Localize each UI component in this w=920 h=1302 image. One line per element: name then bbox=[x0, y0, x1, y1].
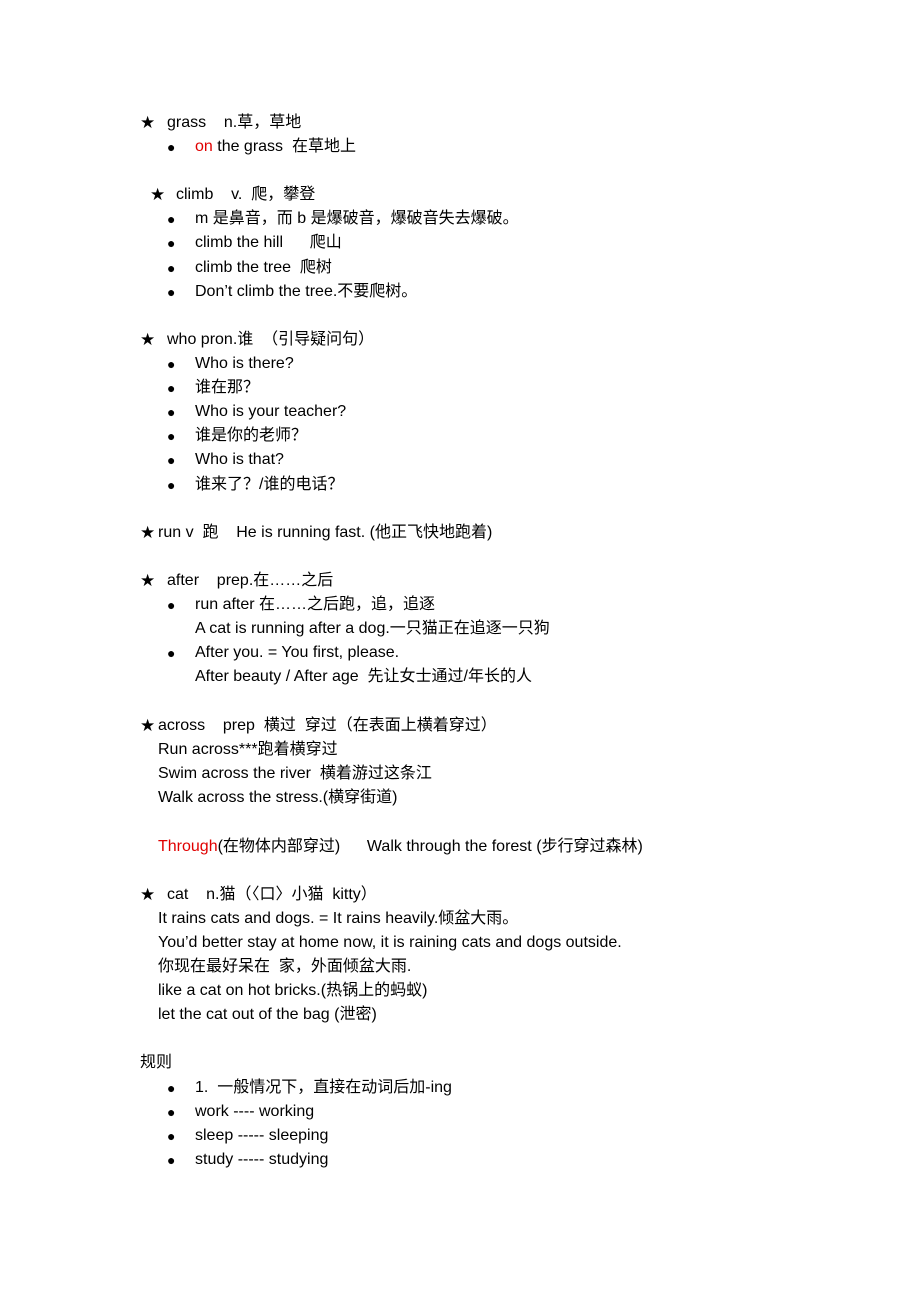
line-text: across prep 横过 穿过（在表面上横着穿过） bbox=[158, 717, 497, 734]
bullet-icon: ● bbox=[167, 477, 176, 493]
entry-line: like a cat on hot bricks.(热锅上的蚂蚁) bbox=[158, 981, 427, 1001]
line-text: run after 在……之后跑，追，追逐 bbox=[195, 596, 436, 613]
bullet-icon: ● bbox=[167, 1080, 176, 1096]
bullet-icon: ● bbox=[167, 260, 176, 276]
entry-heading: across prep 横过 穿过（在表面上横着穿过） bbox=[158, 716, 497, 736]
entry-line: Run across***跑着横穿过 bbox=[158, 740, 338, 760]
line-text: A cat is running after a dog.一只猫正在追逐一只狗 bbox=[195, 620, 550, 637]
line-text: 谁来了？/谁的电话？ bbox=[195, 476, 344, 493]
entry-line: climb the tree 爬树 bbox=[195, 258, 332, 278]
line-text: Don’t climb the tree.不要爬树。 bbox=[195, 283, 418, 300]
entry-heading: after prep.在……之后 bbox=[167, 571, 333, 591]
line-text: after prep.在……之后 bbox=[167, 572, 334, 589]
line-text: Who is that? bbox=[195, 451, 284, 468]
bullet-icon: ● bbox=[167, 452, 176, 468]
line-text: Walk across the stress.(横穿街道) bbox=[158, 789, 398, 806]
star-icon: ★ bbox=[140, 113, 156, 132]
star-icon: ★ bbox=[140, 330, 156, 349]
entry-line: on the grass 在草地上 bbox=[195, 137, 356, 157]
entry-line: Who is your teacher? bbox=[195, 402, 346, 422]
line-text: m 是鼻音，而 b 是爆破音，爆破音失去爆破。 bbox=[195, 210, 519, 227]
entry-line: Through(在物体内部穿过) Walk through the forest… bbox=[158, 837, 643, 857]
entry-line: After you. = You first, please. bbox=[195, 643, 399, 663]
entry-heading: grass n.草，草地 bbox=[167, 113, 301, 133]
entry-line: 谁是你的老师？ bbox=[195, 426, 307, 446]
line-text: sleep ----- sleeping bbox=[195, 1127, 329, 1144]
bullet-icon: ● bbox=[167, 284, 176, 300]
line-text: cat n.猫（〈口〉小猫 kitty） bbox=[167, 886, 377, 903]
star-icon: ★ bbox=[140, 523, 156, 542]
entry-line: Don’t climb the tree.不要爬树。 bbox=[195, 282, 417, 302]
bullet-icon: ● bbox=[167, 139, 176, 155]
entry-line: work ---- working bbox=[195, 1102, 314, 1122]
entry-line: study ----- studying bbox=[195, 1150, 328, 1170]
entry-line: sleep ----- sleeping bbox=[195, 1126, 328, 1146]
star-icon: ★ bbox=[140, 885, 156, 904]
entry-line: Walk across the stress.(横穿街道) bbox=[158, 788, 397, 808]
entry-heading: run v 跑 He is running fast. (他正飞快地跑着) bbox=[158, 523, 492, 543]
bullet-icon: ● bbox=[167, 645, 176, 661]
bullet-icon: ● bbox=[167, 428, 176, 444]
bullet-icon: ● bbox=[167, 356, 176, 372]
entry-line: Who is there? bbox=[195, 354, 294, 374]
bullet-icon: ● bbox=[167, 597, 176, 613]
line-text: Who is there? bbox=[195, 355, 294, 372]
line-text: 你现在最好呆在 家，外面倾盆大雨. bbox=[158, 958, 412, 975]
line-text: who pron.谁 （引导疑问句） bbox=[167, 331, 375, 348]
entry-heading: who pron.谁 （引导疑问句） bbox=[167, 330, 374, 350]
line-text: Run across***跑着横穿过 bbox=[158, 741, 338, 758]
entry-heading: cat n.猫（〈口〉小猫 kitty） bbox=[167, 885, 377, 905]
bullet-icon: ● bbox=[167, 235, 176, 251]
line-text: climb v. 爬，攀登 bbox=[176, 186, 316, 203]
line-text: It rains cats and dogs. = It rains heavi… bbox=[158, 910, 519, 927]
line-text: 1. 一般情况下，直接在动词后加-ing bbox=[195, 1079, 452, 1096]
entry-line: m 是鼻音，而 b 是爆破音，爆破音失去爆破。 bbox=[195, 209, 519, 229]
bullet-icon: ● bbox=[167, 1104, 176, 1120]
bullet-icon: ● bbox=[167, 1152, 176, 1168]
entry-line: climb the hill 爬山 bbox=[195, 233, 342, 253]
line-text: run v 跑 He is running fast. (他正飞快地跑着) bbox=[158, 524, 493, 541]
entry-line: After beauty / After age 先让女士通过/年长的人 bbox=[195, 667, 532, 687]
line-text: 规则 bbox=[140, 1054, 173, 1071]
line-text: Swim across the river 横着游过这条江 bbox=[158, 765, 432, 782]
line-text: like a cat on hot bricks.(热锅上的蚂蚁) bbox=[158, 982, 428, 999]
line-text: After beauty / After age 先让女士通过/年长的人 bbox=[195, 668, 532, 685]
line-text: climb the tree 爬树 bbox=[195, 259, 332, 276]
star-icon: ★ bbox=[150, 185, 166, 204]
star-icon: ★ bbox=[140, 716, 156, 735]
entry-line: 1. 一般情况下，直接在动词后加-ing bbox=[195, 1078, 452, 1098]
entry-line: It rains cats and dogs. = It rains heavi… bbox=[158, 909, 518, 929]
entry-line: You’d better stay at home now, it is rai… bbox=[158, 933, 622, 953]
line-text: grass n.草，草地 bbox=[167, 114, 302, 131]
line-text: You’d better stay at home now, it is rai… bbox=[158, 934, 622, 951]
line-text: Who is your teacher? bbox=[195, 403, 347, 420]
line-text: climb the hill 爬山 bbox=[195, 234, 342, 251]
entry-line: 谁在那？ bbox=[195, 378, 259, 398]
bullet-icon: ● bbox=[167, 1128, 176, 1144]
entry-line: Who is that? bbox=[195, 450, 284, 470]
entry-line: Swim across the river 横着游过这条江 bbox=[158, 764, 432, 784]
line-text: the grass 在草地上 bbox=[212, 138, 356, 155]
star-icon: ★ bbox=[140, 571, 156, 590]
bullet-icon: ● bbox=[167, 211, 176, 227]
line-text: 谁是你的老师？ bbox=[195, 427, 308, 444]
line-text: work ---- working bbox=[195, 1103, 315, 1120]
line-text: After you. = You first, please. bbox=[195, 644, 400, 661]
line-text: (在物体内部穿过) Walk through the forest (步行穿过森… bbox=[217, 838, 643, 855]
bullet-icon: ● bbox=[167, 404, 176, 420]
line-text: let the cat out of the bag (泄密) bbox=[158, 1006, 377, 1023]
section-heading: 规则 bbox=[140, 1053, 172, 1073]
entry-line: let the cat out of the bag (泄密) bbox=[158, 1005, 377, 1025]
highlighted-word: Through bbox=[158, 838, 218, 855]
entry-heading: climb v. 爬，攀登 bbox=[176, 185, 315, 205]
entry-line: A cat is running after a dog.一只猫正在追逐一只狗 bbox=[195, 619, 550, 639]
bullet-icon: ● bbox=[167, 380, 176, 396]
line-text: study ----- studying bbox=[195, 1151, 329, 1168]
entry-line: 谁来了？/谁的电话？ bbox=[195, 475, 343, 495]
entry-line: run after 在……之后跑，追，追逐 bbox=[195, 595, 435, 615]
entry-line: 你现在最好呆在 家，外面倾盆大雨. bbox=[158, 957, 411, 977]
line-text: 谁在那？ bbox=[195, 379, 260, 396]
highlighted-word: on bbox=[195, 138, 213, 155]
